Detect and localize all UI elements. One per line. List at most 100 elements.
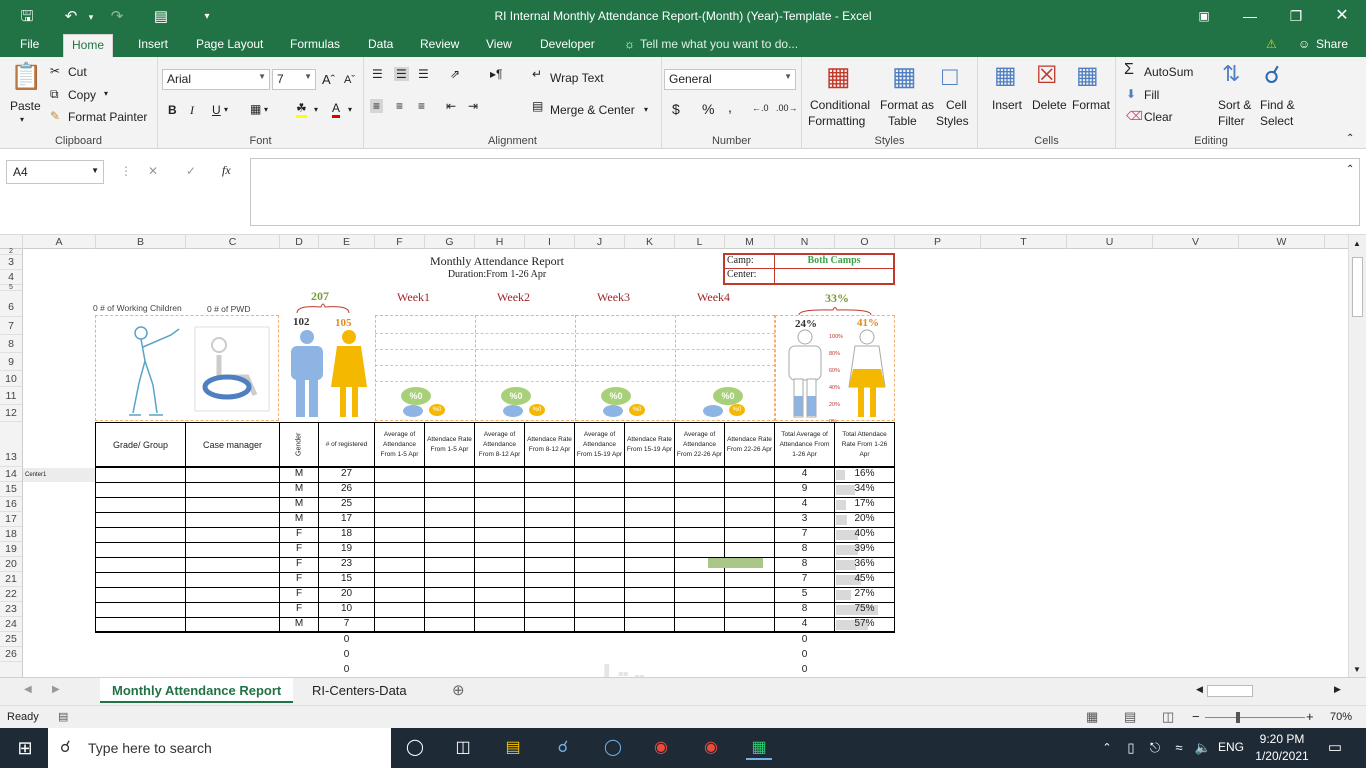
cut-button[interactable]: Cut (68, 65, 87, 79)
col-header[interactable]: H (475, 235, 525, 249)
total-rate-cell[interactable]: 75% (834, 603, 895, 614)
sheet-tab-monthly[interactable]: Monthly Attendance Report (100, 678, 294, 703)
total-avg-cell[interactable]: 3 (774, 513, 835, 524)
total-avg-cell[interactable]: 7 (774, 573, 835, 584)
col-header[interactable]: V (1153, 235, 1239, 249)
total-rate-cell[interactable]: 40% (834, 528, 895, 539)
cell-styles-line1[interactable]: Cell (946, 98, 967, 112)
comma-button[interactable]: , (728, 99, 732, 115)
prev-sheet-icon[interactable]: ◀ (24, 684, 32, 695)
share-button[interactable]: Share (1308, 34, 1356, 57)
zoom-slider-thumb[interactable] (1236, 712, 1240, 723)
scroll-up-icon[interactable]: ▲ (1353, 239, 1361, 248)
row-header[interactable]: 10 (0, 371, 22, 387)
cell-styles-line2[interactable]: Styles (936, 114, 969, 128)
taskbar-search-box[interactable]: ☌ Type here to search (48, 728, 391, 768)
fill-button[interactable]: Fill (1144, 88, 1159, 102)
find-select-line1[interactable]: Find & (1260, 98, 1295, 112)
scroll-thumb[interactable] (1352, 257, 1363, 317)
borders-dropdown-icon[interactable]: ▾ (264, 105, 268, 114)
row-header[interactable]: 17 (0, 512, 22, 527)
tell-me-search[interactable]: Tell me what you want to do... (632, 34, 806, 57)
language-indicator[interactable]: ENG (1218, 740, 1244, 754)
eraser-icon[interactable]: ⌫ (1126, 109, 1143, 123)
conditional-formatting-line1[interactable]: Conditional (810, 98, 870, 112)
cell-styles-icon[interactable]: □ (942, 61, 958, 92)
col-header[interactable]: N (775, 235, 835, 249)
row-header[interactable]: 22 (0, 587, 22, 602)
align-right-icon[interactable]: ≡ (418, 99, 425, 113)
fill-color-icon[interactable]: ☘ (296, 101, 307, 118)
tab-formulas[interactable]: Formulas (282, 34, 348, 57)
total-avg-cell[interactable]: 8 (774, 558, 835, 569)
worksheet-grid[interactable]: Monthly Attendance Report Duration:From … (23, 249, 1348, 677)
volume-icon[interactable]: 🔈 (1190, 736, 1216, 760)
next-sheet-icon[interactable]: ▶ (52, 684, 60, 695)
grow-font-icon[interactable]: Aˆ (322, 72, 335, 87)
row-header[interactable]: 26 (0, 647, 22, 662)
shrink-font-icon[interactable]: Aˇ (344, 74, 355, 86)
bottom-align-icon[interactable]: ☰ (418, 67, 429, 81)
tray-chevron-icon[interactable]: ⌃ (1094, 736, 1120, 760)
tab-insert[interactable]: Insert (130, 34, 176, 57)
delete-cells-button[interactable]: Delete (1032, 98, 1067, 112)
zoom-out-button[interactable]: − (1192, 709, 1200, 724)
col-header[interactable]: L (675, 235, 725, 249)
font-size-combo[interactable]: 7 ▼ (272, 69, 316, 90)
clock-date[interactable]: 1/20/2021 (1254, 749, 1310, 763)
sheet-tab-centers[interactable]: RI-Centers-Data (300, 678, 419, 703)
copy-icon[interactable]: ⧉ (50, 87, 59, 102)
total-avg-cell[interactable]: 5 (774, 588, 835, 599)
paste-icon[interactable]: 📋 (10, 61, 42, 92)
minimize-button[interactable]: — (1230, 4, 1270, 28)
macro-record-icon[interactable]: ▤ (58, 710, 68, 723)
row-header[interactable]: 14 (0, 467, 22, 482)
col-header[interactable]: W (1239, 235, 1325, 249)
underline-button[interactable]: U (212, 103, 221, 117)
registered-cell[interactable]: 7 (318, 618, 375, 629)
select-all-corner[interactable] (0, 235, 23, 249)
wifi-icon[interactable]: ≈ (1166, 736, 1192, 760)
col-header[interactable]: B (96, 235, 186, 249)
tab-home[interactable]: Home (63, 34, 114, 57)
row-header[interactable]: 12 (0, 405, 22, 422)
normal-view-icon[interactable]: ▦ (1086, 709, 1098, 725)
bold-button[interactable]: B (168, 103, 177, 117)
ribbon-display-icon[interactable]: ▣ (1184, 4, 1224, 28)
format-painter-button[interactable]: Format Painter (68, 110, 147, 124)
registered-cell[interactable]: 17 (318, 513, 375, 524)
app-icon[interactable]: ☌ (550, 736, 576, 760)
align-left-icon[interactable]: ≡ (370, 99, 384, 113)
registered-cell[interactable]: 19 (318, 543, 375, 554)
total-avg-cell[interactable]: 4 (774, 468, 835, 479)
file-explorer-icon[interactable]: ▤ (500, 736, 526, 760)
font-name-dropdown-icon[interactable]: ▼ (258, 72, 266, 81)
chrome-icon[interactable]: ◉ (698, 736, 724, 760)
col-header[interactable]: E (319, 235, 375, 249)
font-color-icon[interactable]: A (332, 101, 341, 118)
registered-cell[interactable]: 25 (318, 498, 375, 509)
total-rate-cell[interactable]: 16% (834, 468, 895, 479)
copy-button[interactable]: Copy (68, 88, 96, 102)
registered-cell[interactable]: 15 (318, 573, 375, 584)
total-avg-cell[interactable]: 4 (774, 618, 835, 629)
tab-developer[interactable]: Developer (532, 34, 603, 57)
autosum-button[interactable]: AutoSum (1144, 65, 1193, 79)
total-rate-cell[interactable]: 34% (834, 483, 895, 494)
row-header[interactable]: 16 (0, 497, 22, 512)
scroll-down-icon[interactable]: ▼ (1353, 665, 1361, 674)
format-painter-icon[interactable]: ✎ (50, 109, 60, 123)
col-header[interactable]: O (835, 235, 895, 249)
percent-button[interactable]: % (702, 101, 714, 117)
row-header[interactable]: 25 (0, 632, 22, 647)
row-header[interactable]: 15 (0, 482, 22, 497)
chrome-icon[interactable]: ◉ (648, 736, 674, 760)
col-header[interactable]: I (525, 235, 575, 249)
merge-icon[interactable]: ▤ (532, 99, 543, 113)
clock-time[interactable]: 9:20 PM (1254, 732, 1310, 746)
sort-filter-line1[interactable]: Sort & (1218, 98, 1251, 112)
gender-cell[interactable]: F (279, 558, 319, 569)
total-rate-cell[interactable]: 20% (834, 513, 895, 524)
decrease-decimal-icon[interactable]: .00→ (776, 103, 798, 113)
total-avg-cell[interactable]: 4 (774, 498, 835, 509)
